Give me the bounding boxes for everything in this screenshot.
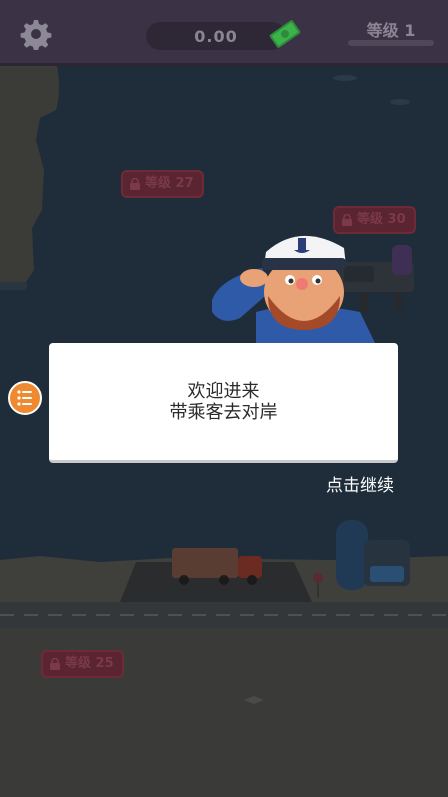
dialog-message: 欢迎进来 带乘客去对岸	[49, 381, 398, 423]
level-label: 等级 1	[366, 21, 416, 40]
list-icon	[17, 390, 32, 406]
tap-to-continue-hint[interactable]: 点击继续	[300, 471, 420, 496]
cash-bundle-icon	[269, 20, 301, 48]
locked-area-label: 等级 30	[357, 212, 406, 227]
locked-area-badge[interactable]: 等级 25	[41, 650, 124, 678]
tutorial-dialog[interactable]: 欢迎进来 带乘客去对岸	[49, 343, 398, 463]
lock-icon	[342, 214, 352, 226]
dialog-line-2: 带乘客去对岸	[169, 402, 278, 423]
dialog-line-1: 欢迎进来	[187, 381, 260, 402]
top-bar: 0.00 等级 1	[0, 0, 448, 66]
locked-area-badge[interactable]: 等级 30	[333, 206, 416, 234]
locked-area-badge[interactable]: 等级 27	[121, 170, 204, 198]
game-scene[interactable]: 0.00 等级 1 等级 27 等级 30 等级 25 欢迎进来 带乘客去对岸 …	[0, 0, 448, 797]
locked-area-label: 等级 25	[65, 656, 114, 671]
side-menu-button[interactable]	[8, 381, 42, 415]
gear-icon[interactable]	[20, 18, 52, 50]
level-progress-bar	[348, 40, 434, 46]
lock-icon	[50, 658, 60, 670]
lock-icon	[130, 178, 140, 190]
locked-area-label: 等级 27	[145, 176, 194, 191]
